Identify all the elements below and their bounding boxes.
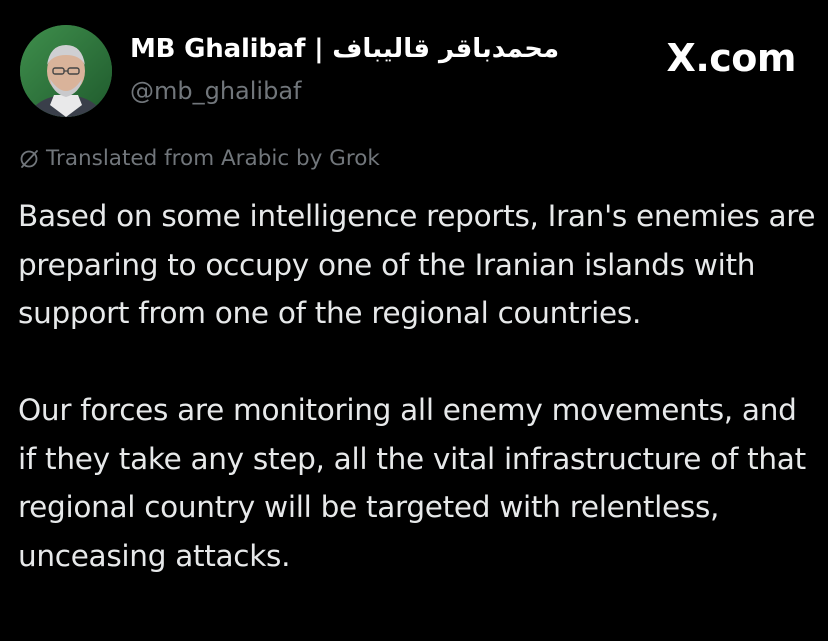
- grok-icon: [18, 148, 40, 170]
- profile-photo-icon: [20, 25, 112, 117]
- x-com-logo: X.com: [666, 36, 797, 80]
- translation-label: Translated from Arabic by Grok: [46, 146, 380, 171]
- translation-notice[interactable]: Translated from Arabic by Grok: [18, 146, 380, 171]
- tweet-text: Based on some intelligence reports, Iran…: [18, 192, 818, 580]
- tweet-paragraph: Based on some intelligence reports, Iran…: [18, 199, 816, 330]
- author-display-name[interactable]: MB Ghalibaf | محمدباقر قالیباف: [130, 34, 559, 64]
- author-handle[interactable]: @mb_ghalibaf: [130, 77, 302, 105]
- tweet-paragraph: Our forces are monitoring all enemy move…: [18, 393, 806, 573]
- avatar[interactable]: [20, 25, 112, 117]
